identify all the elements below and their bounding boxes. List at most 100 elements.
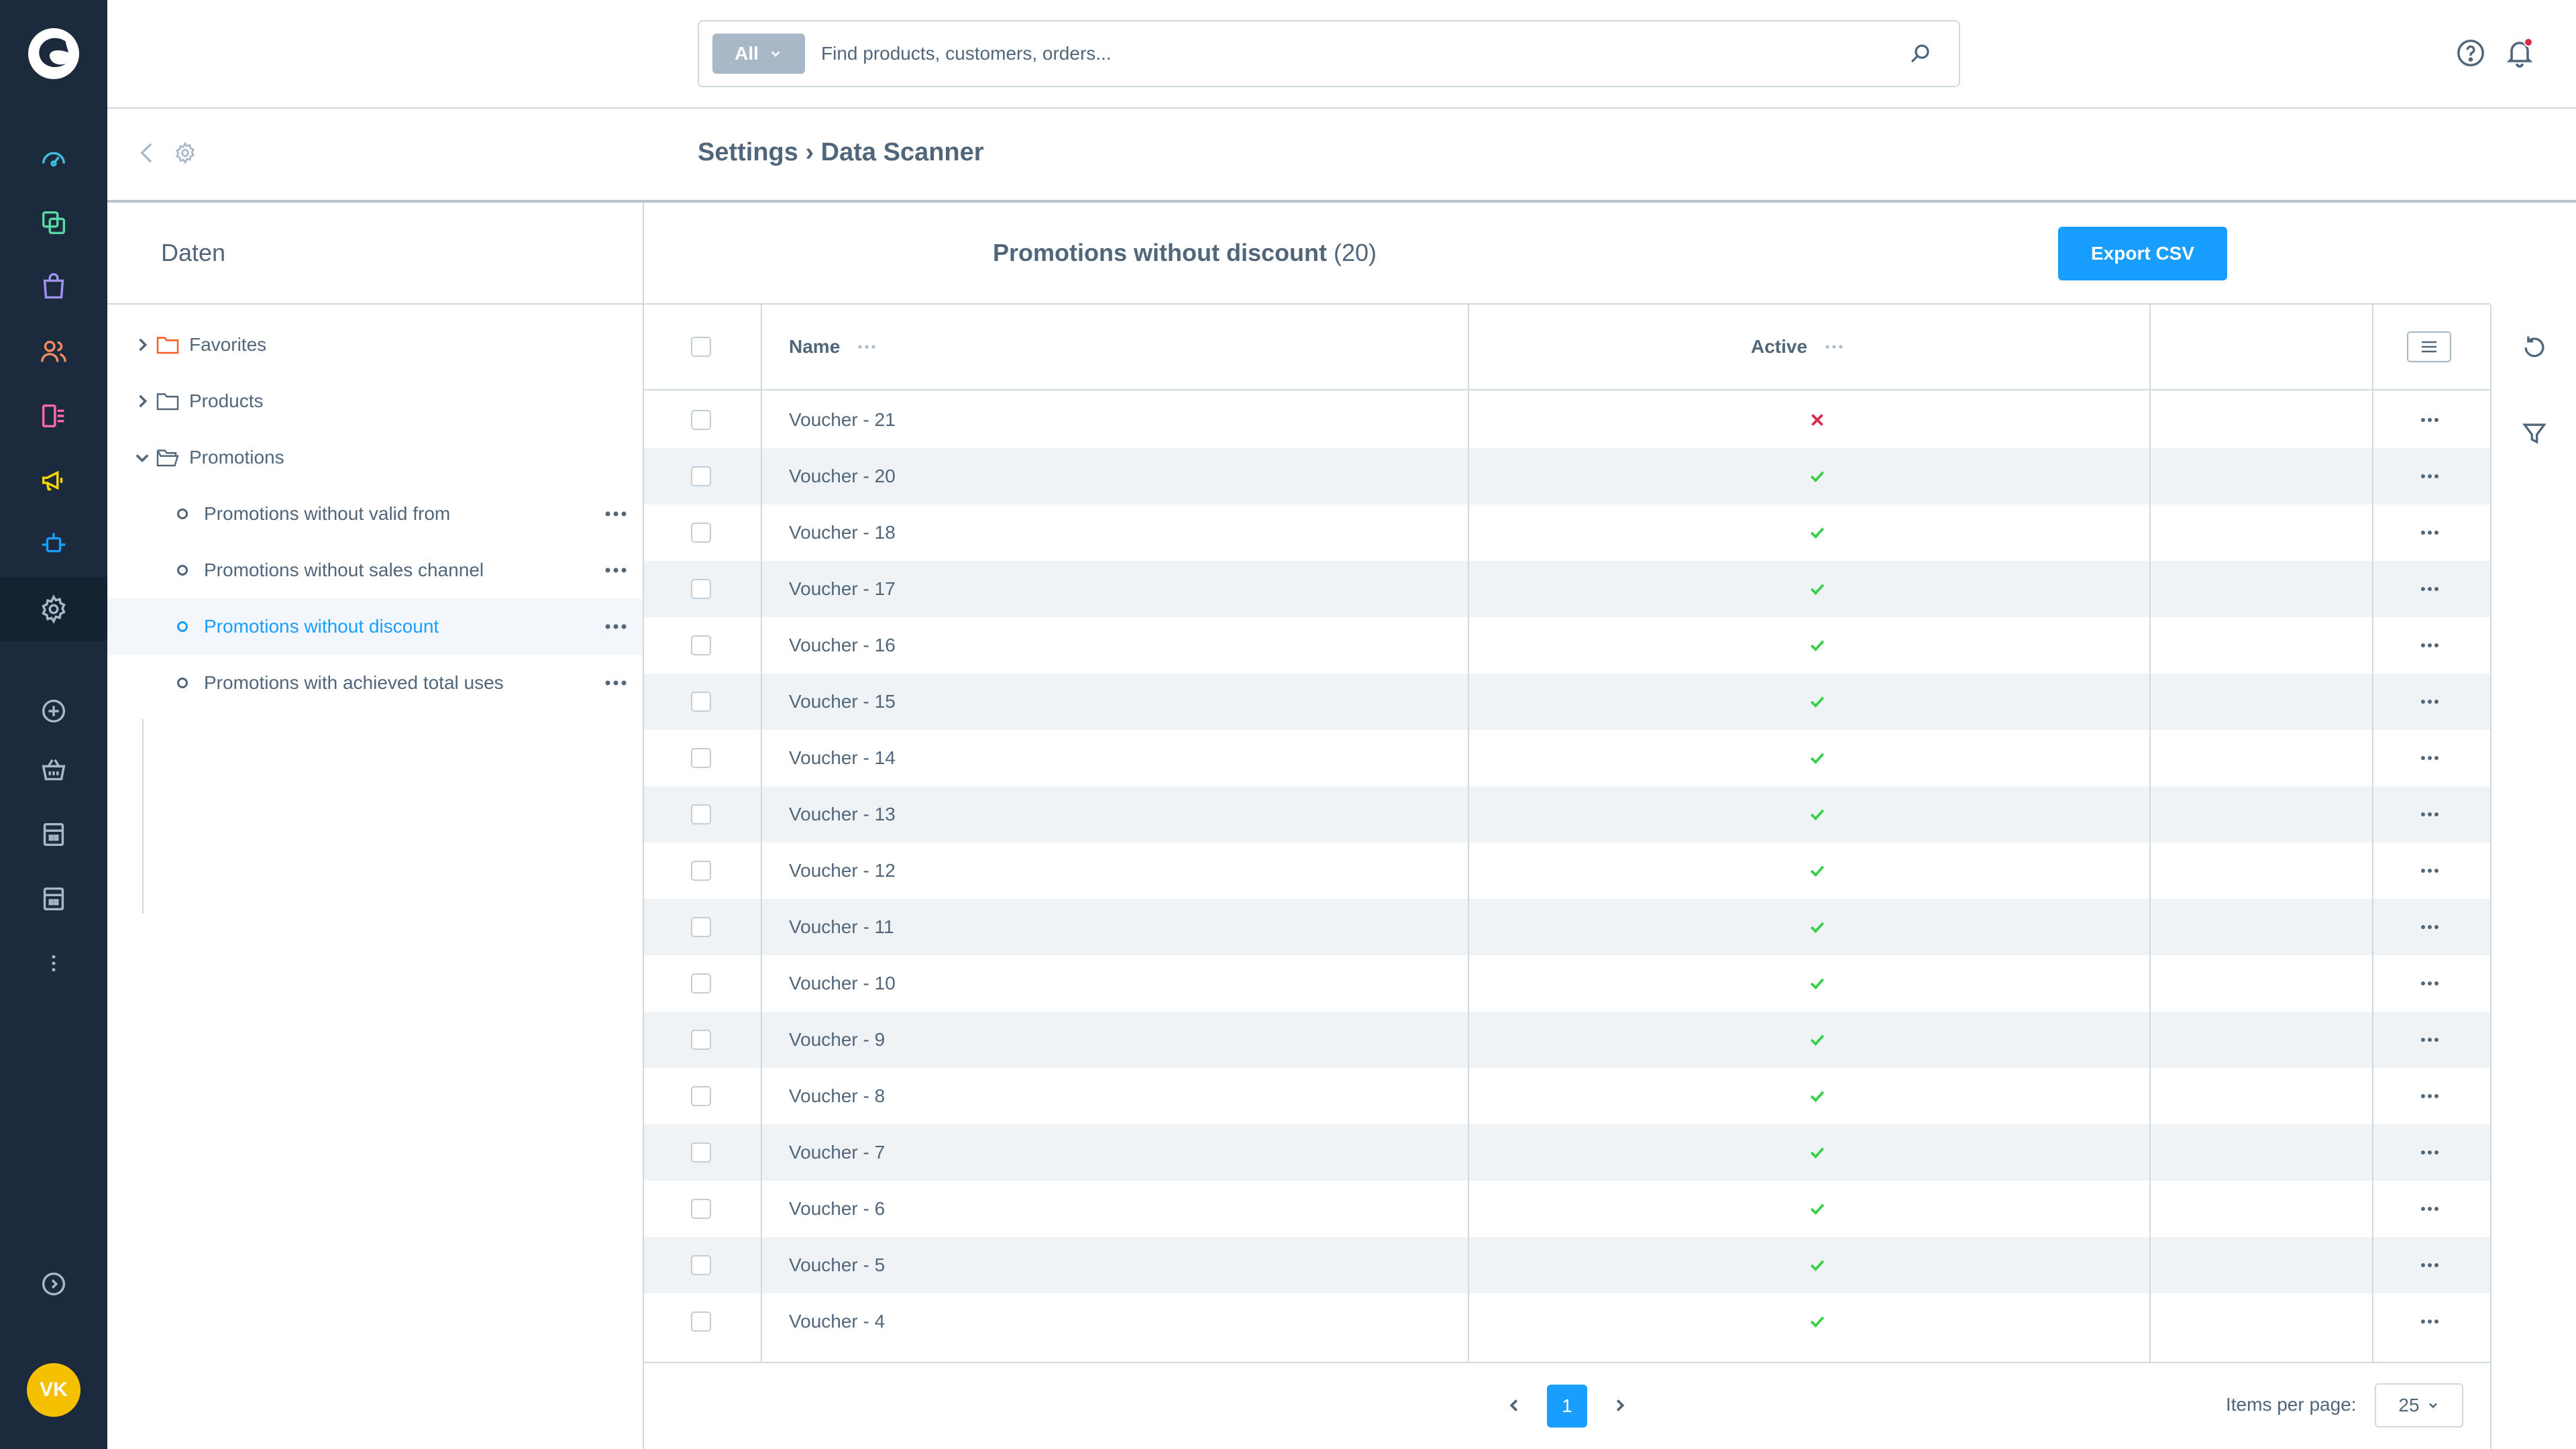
nav-customers[interactable] <box>0 319 107 384</box>
search-type-select[interactable]: All <box>712 34 805 74</box>
refresh-icon[interactable] <box>2520 333 2549 362</box>
nav-marketing[interactable] <box>0 448 107 513</box>
row-checkbox[interactable] <box>691 1142 711 1163</box>
column-menu-button[interactable] <box>2407 331 2451 362</box>
row-actions-icon[interactable] <box>2416 1146 2443 1159</box>
more-actions-icon[interactable] <box>602 676 629 690</box>
table-row[interactable]: Voucher - 16 <box>644 617 2490 674</box>
row-actions-icon[interactable] <box>2416 864 2443 877</box>
row-actions-icon[interactable] <box>2416 1033 2443 1046</box>
page-button-current[interactable]: 1 <box>1547 1385 1587 1428</box>
row-checkbox[interactable] <box>691 1030 711 1050</box>
table-row[interactable]: Voucher - 20 <box>644 448 2490 504</box>
row-actions-icon[interactable] <box>2416 413 2443 427</box>
row-checkbox[interactable] <box>691 1086 711 1106</box>
nav-more[interactable] <box>0 931 107 996</box>
row-actions-icon[interactable] <box>2416 695 2443 708</box>
table-row[interactable]: Voucher - 10 <box>644 955 2490 1012</box>
tree-item-without-discount[interactable]: Promotions without discount <box>107 598 643 655</box>
nav-sales-channel-3[interactable] <box>0 867 107 931</box>
search-icon[interactable] <box>1908 42 1932 66</box>
help-icon[interactable] <box>2455 38 2486 68</box>
row-actions-icon[interactable] <box>2416 1089 2443 1103</box>
row-actions-icon[interactable] <box>2416 977 2443 990</box>
notification-bell-icon[interactable] <box>2504 36 2536 68</box>
row-checkbox[interactable] <box>691 1311 711 1332</box>
next-page-icon[interactable] <box>1610 1395 1630 1415</box>
nav-add-sales-channel[interactable] <box>0 679 107 743</box>
row-checkbox[interactable] <box>691 804 711 824</box>
table-row[interactable]: Voucher - 15 <box>644 674 2490 730</box>
table-row[interactable]: Voucher - 18 <box>644 504 2490 561</box>
row-actions-icon[interactable] <box>2416 1258 2443 1272</box>
row-actions-icon[interactable] <box>2416 639 2443 652</box>
nav-settings[interactable] <box>0 577 107 641</box>
tree-item-favorites[interactable]: Favorites <box>107 317 643 373</box>
row-actions-icon[interactable] <box>2416 470 2443 483</box>
back-arrow-icon[interactable] <box>134 138 161 168</box>
row-actions-icon[interactable] <box>2416 751 2443 765</box>
filter-icon[interactable] <box>2520 419 2549 448</box>
table-row[interactable]: Voucher - 12 <box>644 843 2490 899</box>
row-checkbox[interactable] <box>691 917 711 937</box>
table-row[interactable]: Voucher - 21 <box>644 392 2490 448</box>
column-settings-icon[interactable] <box>1821 340 1847 354</box>
row-checkbox[interactable] <box>691 861 711 881</box>
nav-extensions[interactable] <box>0 513 107 577</box>
row-checkbox[interactable] <box>691 1255 711 1275</box>
nav-expand[interactable] <box>0 1252 107 1316</box>
chevron-down-icon[interactable] <box>133 448 152 467</box>
shopware-logo-icon[interactable] <box>27 27 80 80</box>
table-row[interactable]: Voucher - 5 <box>644 1237 2490 1293</box>
table-row[interactable]: Voucher - 11 <box>644 899 2490 955</box>
nav-dashboard[interactable] <box>0 126 107 191</box>
user-avatar[interactable]: VK <box>27 1363 80 1417</box>
nav-content[interactable] <box>0 384 107 448</box>
row-checkbox[interactable] <box>691 973 711 994</box>
row-actions-icon[interactable] <box>2416 808 2443 821</box>
export-csv-button[interactable]: Export CSV <box>2058 227 2227 280</box>
tree-item-achieved-total-uses[interactable]: Promotions with achieved total uses <box>107 655 643 711</box>
row-actions-icon[interactable] <box>2416 1202 2443 1216</box>
table-row[interactable]: Voucher - 14 <box>644 730 2490 786</box>
nav-orders[interactable] <box>0 255 107 319</box>
table-row[interactable]: Voucher - 4 <box>644 1293 2490 1350</box>
more-actions-icon[interactable] <box>602 507 629 521</box>
chevron-right-icon[interactable] <box>133 392 152 411</box>
table-row[interactable]: Voucher - 8 <box>644 1068 2490 1124</box>
table-row[interactable]: Voucher - 17 <box>644 561 2490 617</box>
nav-sales-channel-2[interactable] <box>0 802 107 867</box>
row-checkbox[interactable] <box>691 579 711 599</box>
column-settings-icon[interactable] <box>853 340 880 354</box>
row-actions-icon[interactable] <box>2416 920 2443 934</box>
nav-catalogues[interactable] <box>0 191 107 255</box>
tree-item-products[interactable]: Products <box>107 373 643 429</box>
row-checkbox[interactable] <box>691 748 711 768</box>
table-row[interactable]: Voucher - 9 <box>644 1012 2490 1068</box>
previous-page-icon[interactable] <box>1504 1395 1524 1415</box>
table-row[interactable]: Voucher - 13 <box>644 786 2490 843</box>
chevron-right-icon[interactable] <box>133 335 152 354</box>
row-checkbox[interactable] <box>691 466 711 486</box>
row-checkbox[interactable] <box>691 1199 711 1219</box>
row-actions-icon[interactable] <box>2416 1315 2443 1328</box>
row-checkbox[interactable] <box>691 523 711 543</box>
row-actions-icon[interactable] <box>2416 526 2443 539</box>
more-actions-icon[interactable] <box>602 620 629 633</box>
row-actions-icon[interactable] <box>2416 582 2443 596</box>
table-row[interactable]: Voucher - 6 <box>644 1181 2490 1237</box>
table-row[interactable]: Voucher - 7 <box>644 1124 2490 1181</box>
items-per-page-select[interactable]: 25 <box>2375 1383 2463 1428</box>
row-checkbox[interactable] <box>691 635 711 655</box>
tree-item-without-valid-from[interactable]: Promotions without valid from <box>107 486 643 542</box>
select-all-checkbox[interactable] <box>691 337 711 357</box>
nav-sales-channel-1[interactable] <box>0 738 107 802</box>
tree-item-promotions[interactable]: Promotions <box>107 429 643 486</box>
column-header-name[interactable]: Name <box>789 305 880 389</box>
row-checkbox[interactable] <box>691 410 711 430</box>
more-actions-icon[interactable] <box>602 564 629 577</box>
column-header-active[interactable]: Active <box>1751 305 1847 389</box>
row-checkbox[interactable] <box>691 692 711 712</box>
search-input[interactable] <box>820 31 1893 76</box>
tree-item-without-sales-channel[interactable]: Promotions without sales channel <box>107 542 643 598</box>
